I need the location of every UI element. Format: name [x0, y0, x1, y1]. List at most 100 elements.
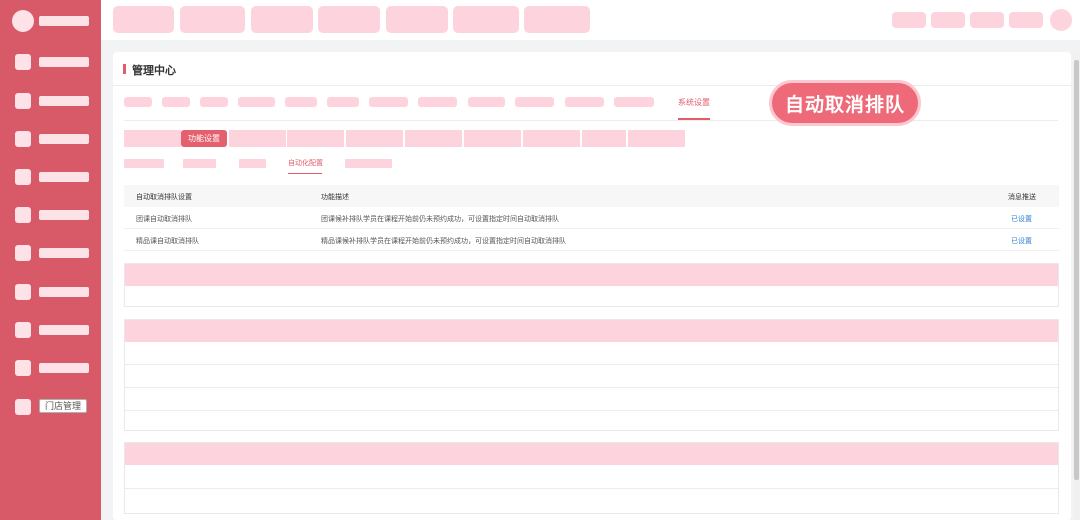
nav-tab-12[interactable] [614, 97, 654, 107]
third-tab-3[interactable] [239, 159, 266, 168]
sidebar-item-4[interactable] [15, 169, 93, 185]
setting-description: 精品课候补排队学员在课程开始前仍未预约成功，可设置指定时间自动取消排队 [321, 238, 566, 245]
menu-icon [15, 245, 31, 261]
nav-tab-10[interactable] [515, 97, 554, 107]
menu-icon [15, 54, 31, 70]
configured-link[interactable]: 已设置 [1011, 236, 1032, 246]
top-tab-4[interactable] [318, 6, 380, 33]
sidebar-item-6[interactable] [15, 245, 93, 261]
menu-icon [15, 93, 31, 109]
highlight-badge: 自动取消排队 [769, 80, 921, 126]
top-tab-5[interactable] [386, 6, 448, 33]
top-action-2[interactable] [931, 12, 965, 28]
nav-tab-3[interactable] [200, 97, 228, 107]
sidebar-item-7[interactable] [15, 284, 93, 300]
nav-tab-9[interactable] [468, 97, 505, 107]
sidebar-item-9[interactable] [15, 360, 93, 376]
nav-tab-7[interactable] [369, 97, 408, 107]
sidebar-item-label [39, 325, 89, 335]
nav-tab-2[interactable] [162, 97, 190, 107]
top-tab-3[interactable] [251, 6, 313, 33]
sidebar-item-2[interactable] [15, 93, 93, 109]
placeholder-header [125, 264, 1058, 286]
placeholder-table-1 [124, 263, 1059, 307]
third-tab-1[interactable] [124, 159, 164, 168]
row-divider [125, 364, 1058, 365]
top-tab-1[interactable] [113, 6, 174, 33]
title-accent [123, 64, 126, 74]
sidebar-item-3[interactable] [15, 131, 93, 147]
sidebar-item-1[interactable] [15, 54, 93, 70]
active-tab-indicator [288, 173, 322, 174]
nav-tab-8[interactable] [418, 97, 457, 107]
row-divider [125, 488, 1058, 489]
divider [124, 120, 1058, 121]
tab-automation-config[interactable]: 自动化配置 [288, 158, 323, 168]
nav-tab-11[interactable] [565, 97, 604, 107]
menu-icon [15, 131, 31, 147]
sidebar-item-store-management[interactable]: 门店管理 [15, 399, 93, 415]
sidebar-item-8[interactable] [15, 322, 93, 338]
sub-tab-7[interactable] [464, 130, 521, 147]
third-tab-2[interactable] [183, 159, 216, 168]
third-tab-5[interactable] [345, 159, 392, 168]
scrollbar-thumb[interactable] [1074, 60, 1079, 480]
brand-name-placeholder [39, 16, 89, 26]
nav-tab-6[interactable] [327, 97, 359, 107]
sub-tab-6[interactable] [405, 130, 462, 147]
sub-tab-9[interactable] [582, 130, 626, 147]
sidebar: 门店管理 [0, 0, 101, 520]
table-row: 团课自动取消排队 团课候补排队学员在课程开始前仍未预约成功，可设置指定时间自动取… [124, 207, 1059, 229]
tab-system-settings[interactable]: 系统设置 [678, 97, 710, 117]
top-tab-2[interactable] [180, 6, 245, 33]
menu-icon [15, 207, 31, 223]
top-action-4[interactable] [1009, 12, 1043, 28]
sub-tab-8[interactable] [523, 130, 580, 147]
sidebar-item-5[interactable] [15, 207, 93, 223]
sub-tab-1[interactable] [124, 130, 181, 147]
sub-tab-5[interactable] [346, 130, 403, 147]
nav-tab-5[interactable] [285, 97, 317, 107]
main-card: 管理中心 系统设置 自动取消排队 功能设置 自动化配置 自动取消排队设置 功能描… [113, 52, 1071, 520]
menu-icon [15, 169, 31, 185]
top-bar [101, 0, 1080, 40]
sidebar-brand [12, 10, 92, 32]
sidebar-item-label [39, 172, 89, 182]
sidebar-item-label: 门店管理 [39, 399, 88, 413]
nav-tab-4[interactable] [238, 97, 275, 107]
setting-name: 精品课自动取消排队 [136, 238, 199, 245]
top-action-3[interactable] [970, 12, 1004, 28]
table-row: 精品课自动取消排队 精品课候补排队学员在课程开始前仍未预约成功，可设置指定时间自… [124, 229, 1059, 251]
setting-description: 团课候补排队学员在课程开始前仍未预约成功，可设置指定时间自动取消排队 [321, 216, 559, 223]
sub-tab-10[interactable] [628, 130, 685, 147]
placeholder-header [125, 320, 1058, 342]
row-divider [125, 387, 1058, 388]
menu-icon [15, 284, 31, 300]
sidebar-item-label [39, 363, 89, 373]
column-header-description: 功能描述 [321, 194, 349, 201]
sidebar-item-label [39, 248, 89, 258]
sidebar-item-label [39, 96, 89, 106]
divider [113, 85, 1071, 86]
sub-tab-feature-settings[interactable]: 功能设置 [181, 130, 227, 147]
nav-tab-1[interactable] [124, 97, 152, 107]
configured-link[interactable]: 已设置 [1011, 214, 1032, 224]
top-action-1[interactable] [892, 12, 926, 28]
sub-tab-4[interactable] [287, 130, 344, 147]
column-header-setting: 自动取消排队设置 [136, 194, 192, 201]
placeholder-table-2 [124, 319, 1059, 431]
sidebar-item-label [39, 134, 89, 144]
table-header: 自动取消排队设置 功能描述 消息推送 [124, 185, 1059, 207]
sub-tab-3[interactable] [229, 130, 286, 147]
sidebar-item-label [39, 210, 89, 220]
column-header-message-push: 消息推送 [1008, 194, 1036, 201]
user-avatar[interactable] [1050, 9, 1072, 31]
menu-icon [15, 322, 31, 338]
page-title: 管理中心 [132, 65, 176, 77]
vertical-scrollbar[interactable] [1073, 52, 1080, 520]
top-tab-7[interactable] [524, 6, 590, 33]
sidebar-item-label [39, 57, 89, 67]
menu-icon [15, 360, 31, 376]
settings-table: 自动取消排队设置 功能描述 消息推送 团课自动取消排队 团课候补排队学员在课程开… [124, 185, 1059, 251]
top-tab-6[interactable] [453, 6, 519, 33]
